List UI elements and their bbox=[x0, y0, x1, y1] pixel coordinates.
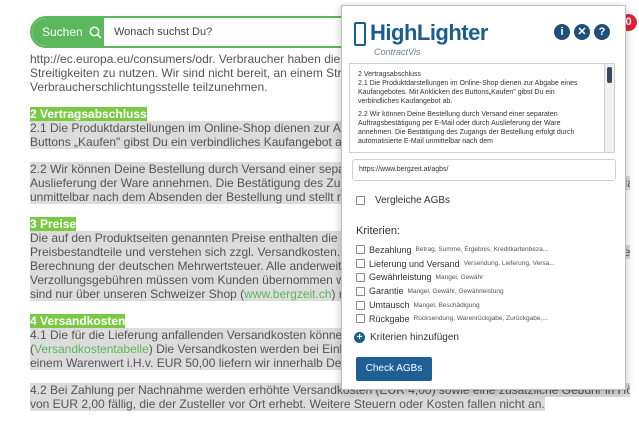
criteria-item[interactable]: Umtausch Mangel, Beschädigung bbox=[356, 298, 618, 312]
section-heading: 3 Preise bbox=[30, 217, 77, 231]
search-bar: Suchen Wonach suchst Du? bbox=[30, 16, 360, 48]
scrollbar[interactable] bbox=[605, 63, 615, 153]
text-paragraph: 2.2 Wir können Deine Bestellung durch Ve… bbox=[358, 111, 575, 145]
section-heading: 4 Versandkosten bbox=[30, 314, 126, 328]
criteria-item[interactable]: Gewährleistung Mangel, Gewähr bbox=[356, 271, 618, 285]
info-icon[interactable]: i bbox=[554, 24, 570, 40]
criteria-list: Bezahlung Betrag, Summe, Ergebnis, Kredit… bbox=[356, 243, 618, 326]
highlighter-popup: HighLighter ContractVis i ✕ ? 2 Vertrags… bbox=[341, 5, 626, 390]
text-line: von EUR 2,00 fällig, die der Zusteller v… bbox=[30, 397, 545, 411]
criteria-checkbox[interactable] bbox=[356, 272, 365, 282]
compare-agbs-option[interactable]: Vergleiche AGBs bbox=[356, 195, 450, 206]
search-icon bbox=[89, 26, 102, 39]
add-criteria-button[interactable]: + Kriterien hinzufügen bbox=[354, 332, 459, 343]
check-agbs-button[interactable]: Check AGBs bbox=[356, 357, 432, 381]
url-field[interactable]: https://www.bergzeit.at/agbs/ bbox=[352, 159, 616, 181]
add-criteria-label: Kriterien hinzufügen bbox=[370, 332, 459, 343]
logo-title: HighLighter bbox=[370, 20, 488, 45]
search-button[interactable]: Suchen bbox=[32, 18, 104, 46]
help-icon[interactable]: ? bbox=[594, 24, 610, 40]
close-icon[interactable]: ✕ bbox=[574, 24, 590, 40]
scrollbar-thumb[interactable] bbox=[607, 67, 612, 83]
text-line: sind nur über unseren Schweizer Shop ( bbox=[30, 287, 245, 301]
criteria-checkbox[interactable] bbox=[356, 314, 365, 324]
criteria-item[interactable]: Garantie Mangel, Gewähr, Gewährleistung bbox=[356, 284, 618, 298]
section-heading: 2 Vertragsabschluss bbox=[30, 107, 147, 121]
highlighter-icon bbox=[354, 22, 366, 46]
criteria-checkbox[interactable] bbox=[356, 245, 365, 255]
text-paragraph: 2 Vertragsabschluss 2.1 Die Produktdarst… bbox=[358, 71, 578, 105]
highlighter-logo: HighLighter ContractVis bbox=[354, 20, 488, 60]
criteria-title: Kriterien: bbox=[356, 225, 401, 237]
criteria-item[interactable]: Rückgabe Rücksendung, Warenrückgabe, Zurü… bbox=[356, 312, 618, 326]
search-button-label: Suchen bbox=[42, 25, 83, 39]
criteria-item[interactable]: Lieferung und Versand Versendung, Lieferu… bbox=[356, 257, 618, 271]
plus-icon: + bbox=[354, 332, 365, 343]
criteria-checkbox[interactable] bbox=[356, 286, 365, 296]
text-line: Buttons „Kaufen" gibst Du ein verbindlic… bbox=[30, 135, 352, 149]
criteria-checkbox[interactable] bbox=[356, 300, 365, 310]
criteria-checkbox[interactable] bbox=[356, 259, 365, 269]
search-input[interactable]: Wonach suchst Du? bbox=[114, 18, 212, 46]
swiss-shop-link[interactable]: www.bergzeit.ch bbox=[244, 287, 331, 301]
logo-subtitle: ContractVis bbox=[374, 47, 421, 57]
compare-label: Vergleiche AGBs bbox=[375, 195, 451, 206]
extracted-text-box[interactable]: 2 Vertragsabschluss 2.1 Die Produktdarst… bbox=[349, 63, 605, 153]
criteria-item[interactable]: Bezahlung Betrag, Summe, Ergebnis, Kredit… bbox=[356, 243, 618, 257]
shipping-table-link[interactable]: Versandkostentabelle bbox=[34, 342, 149, 356]
compare-checkbox[interactable] bbox=[356, 196, 365, 205]
